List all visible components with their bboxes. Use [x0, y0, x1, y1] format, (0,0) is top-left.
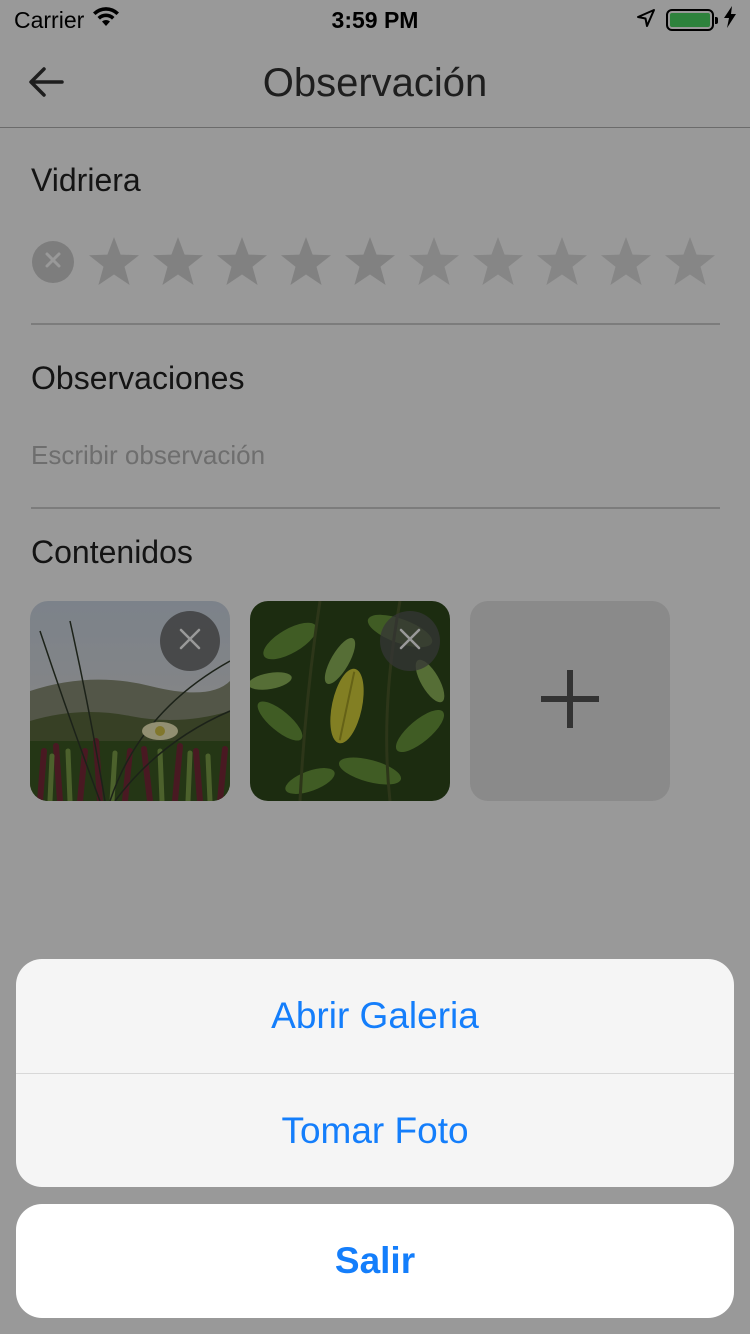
open-gallery-button[interactable]: Abrir Galeria [16, 959, 734, 1073]
cancel-button[interactable]: Salir [16, 1204, 734, 1318]
action-sheet: Abrir Galeria Tomar Foto [16, 959, 734, 1187]
take-photo-button[interactable]: Tomar Foto [16, 1073, 734, 1187]
